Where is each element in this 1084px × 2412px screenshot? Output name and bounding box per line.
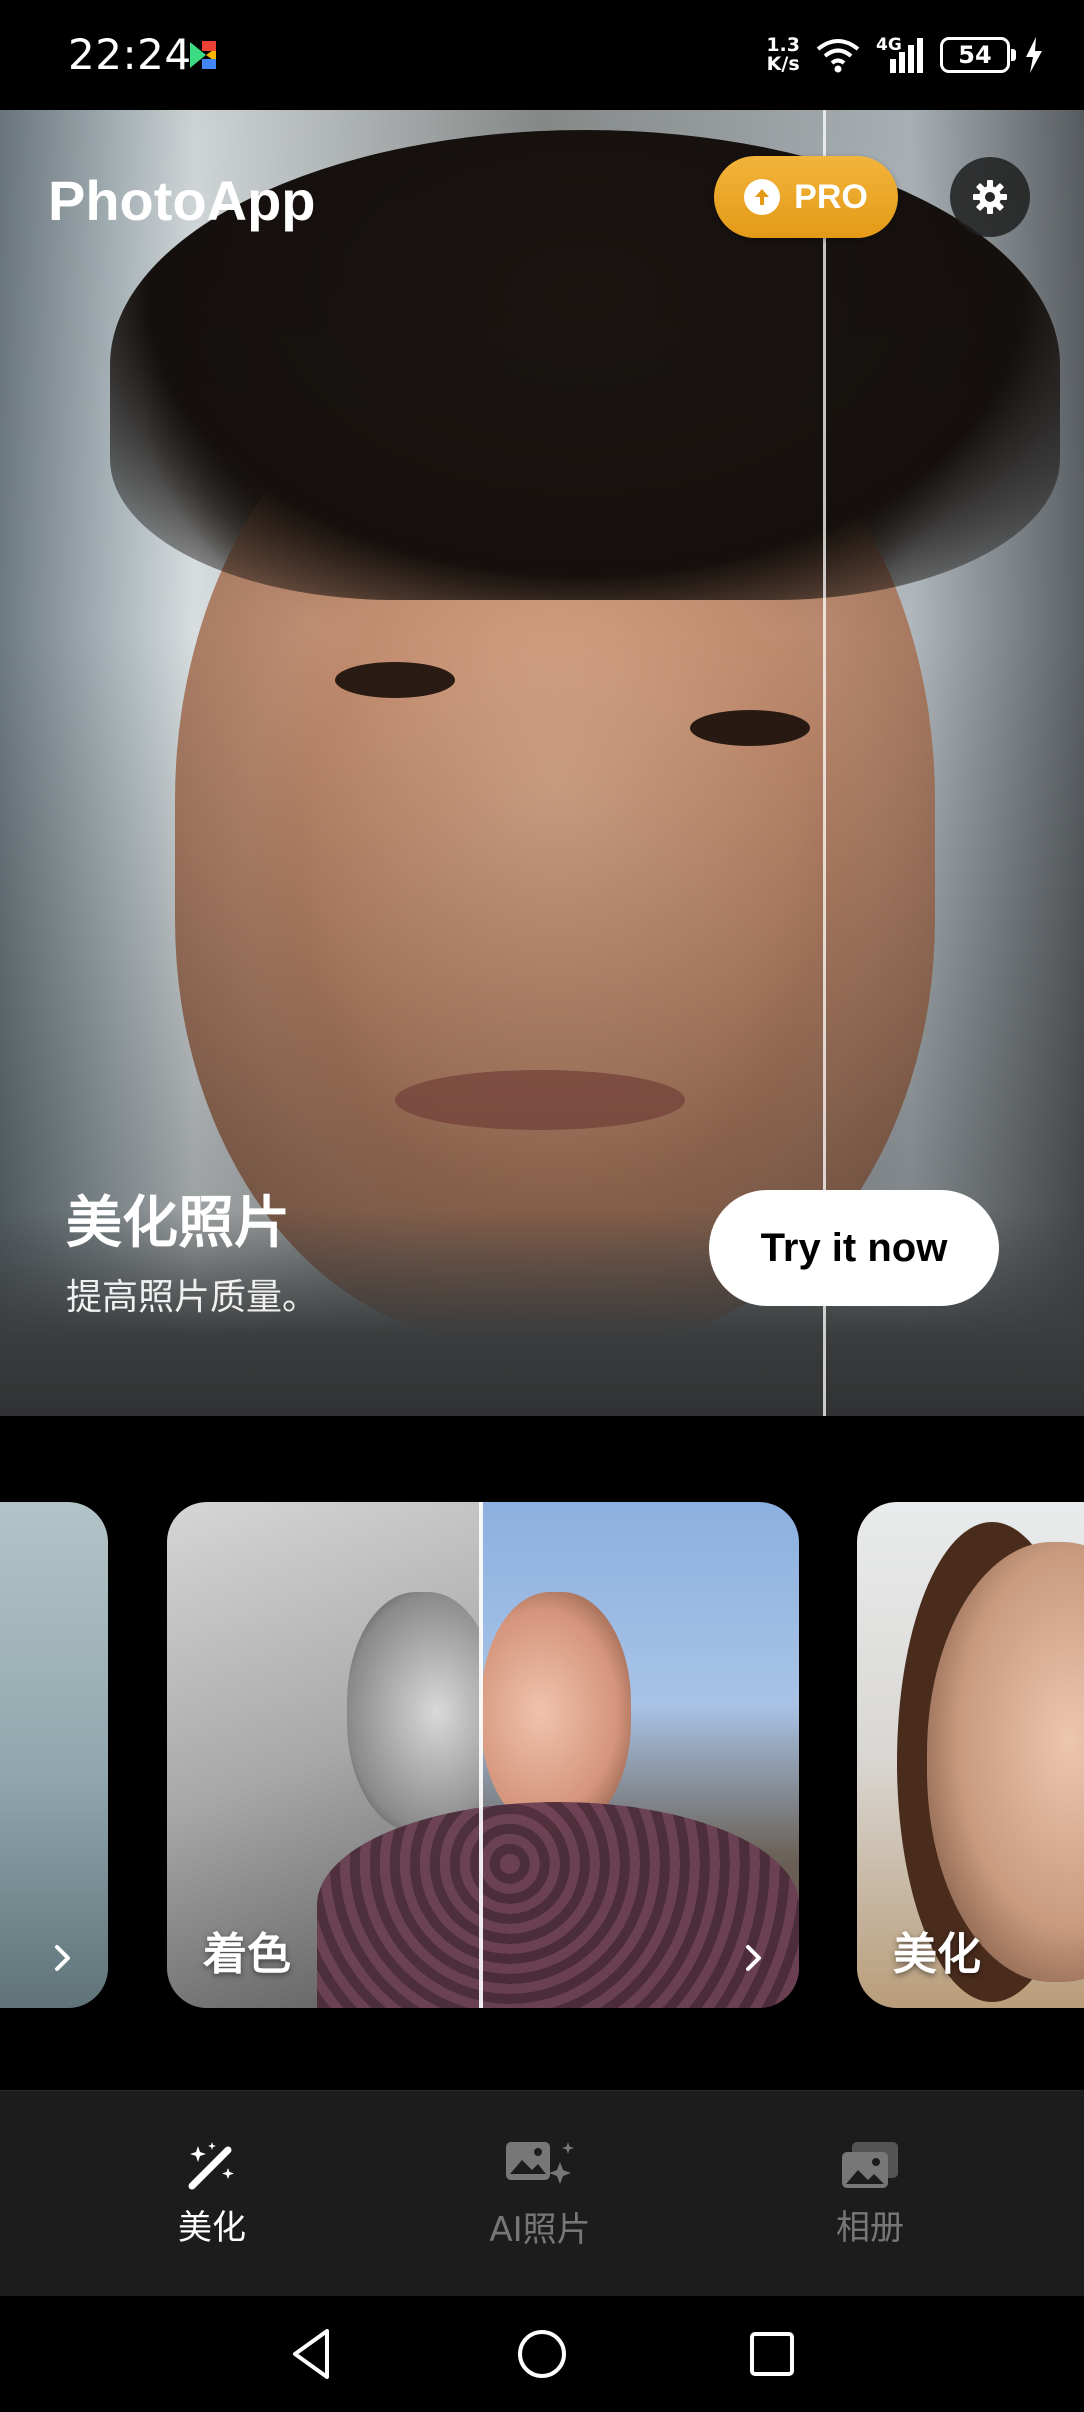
card-split-line	[479, 1502, 483, 2008]
hero-subtext: 提高照片质量。	[66, 1277, 319, 1318]
nav-item-ai-photo[interactable]: AI照片	[420, 2091, 660, 2297]
nav-label-ai-photo: AI照片	[489, 2209, 591, 2250]
ai-photo-icon	[506, 2141, 574, 2184]
album-icon	[842, 2141, 898, 2188]
gear-icon	[973, 180, 1007, 214]
status-time: 22:24	[68, 30, 192, 79]
magic-wand-icon	[188, 2141, 234, 2189]
cell-signal-icon: 4G	[876, 35, 926, 75]
settings-button[interactable]	[950, 157, 1030, 237]
back-triangle-icon	[293, 2329, 329, 2379]
wifi-icon	[816, 39, 860, 73]
nav-item-album[interactable]: 相册	[750, 2091, 990, 2297]
color-portrait	[481, 1592, 631, 1832]
recent-apps-button[interactable]	[740, 2322, 804, 2386]
arrow-up-icon	[744, 179, 781, 215]
network-speed: 1.3 K/s	[766, 34, 800, 75]
nav-item-enhance[interactable]: 美化	[92, 2091, 332, 2297]
feature-card-enhance[interactable]: 美化	[857, 1502, 1084, 2008]
play-games-icon	[190, 41, 216, 69]
card-label-colorize: 着色	[203, 1929, 291, 1980]
nav-label-enhance: 美化	[178, 2207, 246, 2248]
status-icons: 1.3 K/s 4G 54	[766, 30, 1044, 80]
chevron-right-icon	[733, 1938, 773, 1978]
battery-indicator: 54	[940, 37, 1016, 73]
feature-card-previous[interactable]	[0, 1502, 108, 2008]
pro-upgrade-button[interactable]: PRO	[714, 156, 898, 238]
bottom-navigation: 美化 AI照片 相册	[0, 2090, 1084, 2296]
system-navigation-bar	[0, 2296, 1084, 2412]
status-bar: 22:24 1.3 K/s 4G 54	[0, 0, 1084, 110]
charging-icon	[1026, 37, 1042, 73]
pro-label: PRO	[794, 177, 868, 216]
chevron-right-icon	[42, 1938, 82, 1978]
card-label-enhance: 美化	[893, 1929, 981, 1980]
card-dress-pattern	[317, 1802, 799, 2008]
recent-square-icon	[750, 2332, 794, 2376]
feature-card-colorize[interactable]: 着色	[167, 1502, 799, 2008]
try-it-now-button[interactable]: Try it now	[709, 1190, 999, 1306]
home-circle-icon	[518, 2330, 566, 2378]
hero-heading: 美化照片	[66, 1191, 290, 1256]
nav-label-album: 相册	[836, 2207, 904, 2248]
feature-carousel[interactable]: 着色 美化	[0, 1502, 1084, 2008]
app-title: PhotoApp	[48, 169, 316, 232]
back-button[interactable]	[280, 2322, 344, 2386]
bw-portrait	[347, 1592, 497, 1832]
home-button[interactable]	[510, 2322, 574, 2386]
